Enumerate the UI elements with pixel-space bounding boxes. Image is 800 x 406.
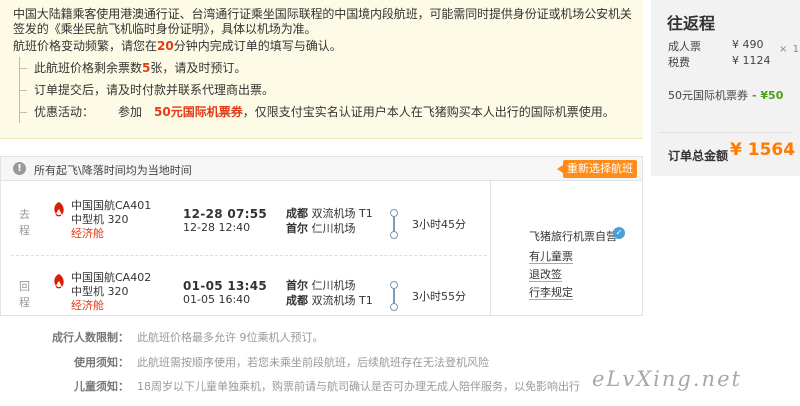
info-icon: !: [13, 162, 26, 175]
route-start-dot: [390, 209, 398, 217]
route-line-outbound: [390, 209, 398, 241]
arrival-city: 成都: [286, 294, 308, 307]
adult-fare-row: 成人票 ¥ 490: [668, 38, 764, 53]
times-outbound: 12-28 07:55 12-28 12:40: [183, 207, 267, 235]
note-key: 儿童须知：: [74, 380, 129, 393]
route-start-dot: [390, 281, 398, 289]
airline-info-outbound: 中国国航CA401 中型机 320 经济舱: [71, 199, 151, 241]
air-china-logo-icon: [54, 274, 64, 289]
tax-row: 税费 ¥ 1124: [668, 54, 771, 69]
coupon-value: - ¥50: [752, 89, 784, 102]
payment-tip-item: 订单提交后，请及时付款并联系代理商出票。: [20, 79, 643, 101]
airline-info-return: 中国国航CA402 中型机 320 经济舱: [71, 271, 151, 313]
note-value: 18周岁以下儿童单独乘机，购票前请与航司确认是否可办理无成人陪伴服务，以免影响出…: [137, 380, 580, 393]
note-key: 使用须知：: [74, 356, 129, 369]
promo-amount: 50元国际机票券: [154, 105, 243, 119]
leg-direction-outbound: 去程: [19, 208, 30, 237]
route-end-dot: [390, 231, 398, 239]
child-note: 儿童须知： 18周岁以下儿童单独乘机，购票前请与航司确认是否可办理无成人陪伴服务…: [74, 380, 580, 394]
departure-city: 首尔: [286, 279, 308, 292]
arrival-city: 首尔: [286, 222, 308, 235]
aircraft-type: 中型机 320: [71, 285, 129, 298]
local-time-note: 所有起飞\降落时间均为当地时间: [34, 164, 192, 177]
arrival-airport: 双流机场 T1: [311, 294, 373, 307]
cabin-class: 经济舱: [71, 299, 104, 312]
id-warning-text: 中国大陆籍乘客使用港澳通行证、台湾通行证乘坐国际联程的中国境内段航班，可能需同时…: [13, 7, 632, 36]
times-return: 01-05 13:45 01-05 16:40: [183, 279, 267, 307]
departure-airport: 仁川机场: [311, 279, 356, 292]
usage-note: 使用须知： 此航班需按顺序使用，若您未乘坐前段航班，后续航班存在无法登机风险: [74, 356, 489, 370]
summary-title: 往返程: [667, 14, 716, 33]
leg-divider: [11, 255, 487, 256]
flight-details-box: ! 所有起飞\降落时间均为当地时间 重新选择航班 去程 中国国航CA401 中型…: [0, 156, 643, 316]
route-end-dot: [390, 303, 398, 311]
arrival-time: 01-05 16:40: [183, 293, 251, 306]
booking-page: 中国大陆籍乘客使用港澳通行证、台湾通行证乘坐国际联程的中国境内段航班，可能需同时…: [0, 0, 800, 406]
note-key: 成行人数限制：: [52, 331, 129, 344]
price-summary: 往返程 成人票 ¥ 490 税费 ¥ 1124 × 1 50元国际机票券 - ¥…: [651, 0, 800, 176]
leg-direction-return: 回程: [19, 280, 30, 309]
vendor-separator: [490, 181, 491, 316]
promo-item: 优惠活动： 参加 50元国际机票券，仅限支付宝实名认证用户本人在飞猪购买本人出行的国…: [20, 101, 643, 123]
flight-box-header: ! 所有起飞\降落时间均为当地时间 重新选择航班: [1, 157, 642, 181]
route-line-return: [390, 281, 398, 313]
adult-fare-value: ¥ 490: [732, 38, 764, 51]
child-ticket-link[interactable]: 有儿童票: [529, 250, 573, 264]
airports-return: 首尔 仁川机场 成都 双流机场 T1: [286, 278, 373, 308]
duration-return: 3小时55分: [412, 290, 466, 303]
note-value: 此航班需按顺序使用，若您未乘坐前段航班，后续航班存在无法登机风险: [137, 356, 489, 369]
price-deadline-text: 航班价格变动频繁，请您在20分钟内完成订单的填写与确认。: [13, 39, 342, 53]
deadline-minutes: 20: [157, 39, 174, 53]
departure-time: 01-05 13:45: [183, 279, 268, 293]
departure-airport: 双流机场 T1: [311, 207, 373, 220]
airline-flight-number: 中国国航CA402: [71, 271, 152, 284]
notice-bullet-list: 此航班价格剩余票数5张，请及时预订。 订单提交后，请及时付款并联系代理商出票。 …: [19, 57, 643, 123]
duration-outbound: 3小时45分: [412, 218, 466, 231]
verified-badge-icon: ✓: [613, 227, 625, 239]
passenger-limit-note: 成行人数限制： 此航班价格最多允许 9位乘机人预订。: [52, 331, 324, 345]
airline-flight-number: 中国国航CA401: [71, 199, 152, 212]
note-value: 此航班价格最多允许 9位乘机人预订。: [137, 331, 324, 344]
departure-city: 成都: [286, 207, 308, 220]
promo-label: 优惠活动：: [34, 105, 95, 119]
summary-divider: [659, 132, 793, 133]
vendor-name: 飞猪旅行机票自营: [529, 230, 617, 243]
reselect-flight-button[interactable]: 重新选择航班: [557, 160, 637, 178]
tax-value: ¥ 1124: [732, 54, 771, 67]
departure-time: 12-28 07:55: [183, 207, 268, 221]
total-label: 订单总金额: [668, 149, 729, 163]
arrival-airport: 仁川机场: [311, 222, 356, 235]
promo-prefix: 参加: [118, 105, 143, 119]
passenger-multiplier: × 1: [779, 44, 799, 55]
air-china-logo-icon: [54, 202, 64, 217]
arrival-time: 12-28 12:40: [183, 221, 251, 234]
baggage-rules-link[interactable]: 行李规定: [529, 286, 573, 300]
aircraft-type: 中型机 320: [71, 213, 129, 226]
refund-change-link[interactable]: 退改签: [529, 268, 562, 282]
total-value: ¥ 1564: [730, 140, 796, 160]
coupon-row: 50元国际机票券 - ¥50: [668, 89, 784, 102]
site-watermark: eLvXing.net: [592, 367, 742, 391]
notice-panel: 中国大陆籍乘客使用港澳通行证、台湾通行证乘坐国际联程的中国境内段航班，可能需同时…: [0, 0, 643, 139]
remaining-tickets-item: 此航班价格剩余票数5张，请及时预订。: [20, 57, 643, 79]
airports-outbound: 成都 双流机场 T1 首尔 仁川机场: [286, 206, 373, 236]
cabin-class: 经济舱: [71, 227, 104, 240]
